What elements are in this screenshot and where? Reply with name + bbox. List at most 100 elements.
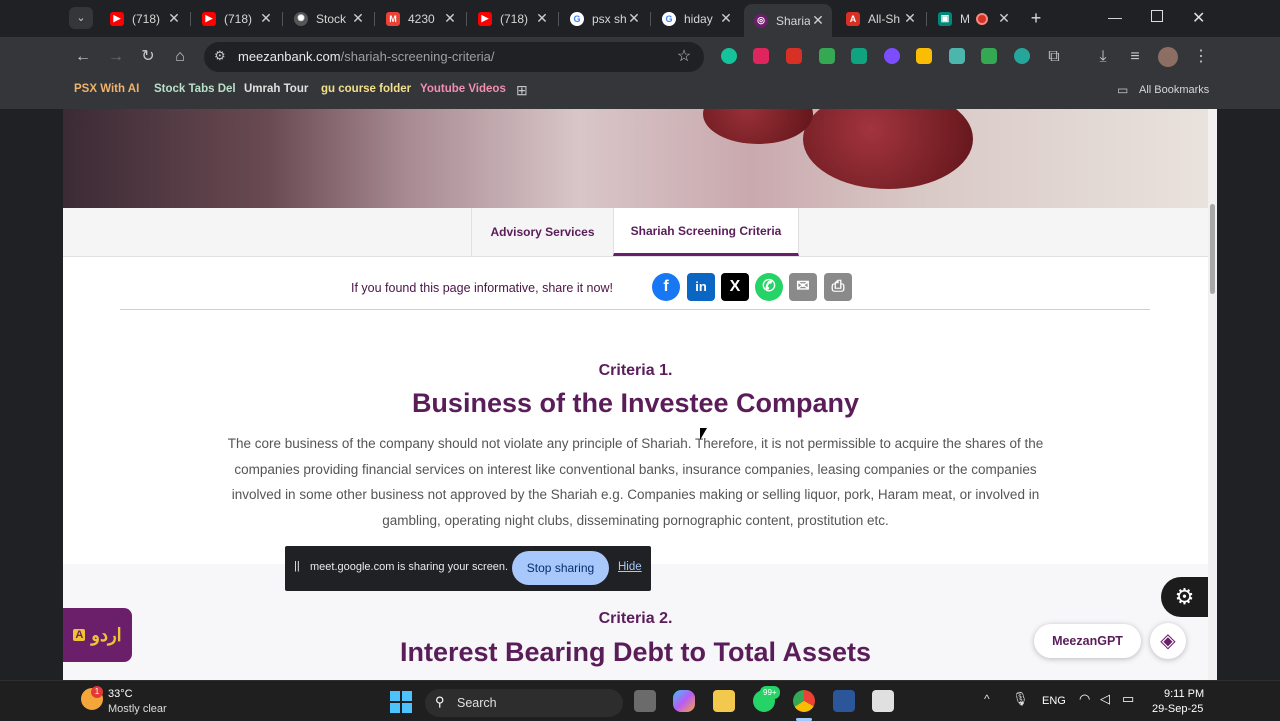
- wifi-icon[interactable]: ◠: [1079, 691, 1090, 707]
- address-bar[interactable]: ⚙ meezanbank.com/shariah-screening-crite…: [204, 42, 704, 72]
- extension-icon[interactable]: [753, 48, 769, 64]
- print-icon[interactable]: ⎙: [824, 273, 852, 301]
- file-explorer-icon[interactable]: [713, 690, 735, 712]
- bookmark-star-icon[interactable]: ☆: [674, 47, 694, 67]
- stop-sharing-button[interactable]: Stop sharing: [512, 551, 609, 585]
- close-tab-icon[interactable]: ✕: [902, 10, 918, 27]
- browser-tab-5[interactable]: ▶ (718) ✕: [468, 6, 556, 31]
- bookmark-umrah-tour[interactable]: Umrah Tour: [244, 83, 308, 95]
- app-taskbar-icon[interactable]: [872, 690, 894, 712]
- pause-icon: ||: [294, 560, 300, 572]
- browser-tab-9[interactable]: A All-Sh ✕: [836, 6, 924, 31]
- extension-icon[interactable]: [1014, 48, 1030, 64]
- weather-badge: 1: [91, 686, 103, 698]
- close-tab-icon[interactable]: ✕: [996, 10, 1012, 27]
- back-icon[interactable]: ←: [73, 47, 93, 67]
- menu-icon[interactable]: ⋮: [1191, 47, 1211, 67]
- criteria-1-body: The core business of the company should …: [227, 436, 1044, 528]
- task-view-icon[interactable]: [634, 690, 656, 712]
- whatsapp-badge: 99+: [760, 686, 780, 699]
- reading-list-icon[interactable]: ≡: [1125, 47, 1145, 67]
- web-page: Advisory Services Shariah Screening Crit…: [63, 109, 1208, 680]
- page-scrollbar[interactable]: [1208, 109, 1217, 680]
- clock-time[interactable]: 9:11 PM: [1164, 688, 1204, 700]
- taskbar-search[interactable]: ⚲ Search: [425, 689, 623, 717]
- new-tab-button[interactable]: +: [1026, 8, 1046, 28]
- extension-icon[interactable]: [884, 48, 900, 64]
- windows-start-icon[interactable]: [390, 691, 412, 713]
- browser-tab-7[interactable]: G hiday ✕: [652, 6, 740, 31]
- extension-icon[interactable]: [949, 48, 965, 64]
- bookmark-psx-with-ai[interactable]: PSX With AI: [74, 83, 139, 95]
- clock-date[interactable]: 29-Sep-25: [1152, 703, 1203, 715]
- share-message: meet.google.com is sharing your screen.: [310, 561, 509, 573]
- prayer-beads-image: [803, 109, 973, 189]
- reload-icon[interactable]: ↻: [138, 47, 158, 67]
- hero-banner-image: [63, 109, 1208, 208]
- profile-avatar[interactable]: [1158, 47, 1178, 67]
- close-tab-icon[interactable]: ✕: [258, 10, 274, 27]
- download-icon[interactable]: ⤓: [1093, 47, 1113, 67]
- battery-icon[interactable]: ▭: [1122, 691, 1134, 707]
- browser-tab-2[interactable]: ▶ (718) ✕: [192, 6, 280, 31]
- tab-shariah-screening-criteria[interactable]: Shariah Screening Criteria: [613, 208, 799, 256]
- extension-icon[interactable]: [981, 48, 997, 64]
- close-tab-icon[interactable]: ✕: [718, 10, 734, 27]
- recording-icon: [976, 12, 988, 25]
- meezangpt-logo-icon[interactable]: ◈: [1150, 623, 1186, 659]
- scrollbar-thumb[interactable]: [1210, 204, 1215, 294]
- extension-icon[interactable]: [916, 48, 932, 64]
- browser-tab-4[interactable]: M 4230 ✕: [376, 6, 464, 31]
- home-icon[interactable]: ⌂: [170, 47, 190, 67]
- facebook-icon[interactable]: f: [652, 273, 680, 301]
- minimize-button[interactable]: —: [1108, 9, 1122, 25]
- download-extension-icon[interactable]: [819, 48, 835, 64]
- browser-tab-3[interactable]: ✺ Stock ✕: [284, 6, 372, 31]
- youtube-icon: ▶: [202, 11, 216, 26]
- close-tab-icon[interactable]: ✕: [534, 10, 550, 27]
- bookmark-gu-course[interactable]: gu course folder: [321, 83, 411, 95]
- show-hidden-icons[interactable]: ^: [984, 692, 990, 706]
- meezangpt-button[interactable]: MeezanGPT: [1034, 624, 1141, 658]
- divider: [120, 309, 1150, 310]
- close-tab-icon[interactable]: ✕: [350, 10, 366, 27]
- chatgpt-widget-button[interactable]: ⚙: [1161, 577, 1208, 617]
- chatgpt-extension-icon[interactable]: [851, 48, 867, 64]
- close-window-button[interactable]: ✕: [1192, 8, 1205, 28]
- browser-tab-10[interactable]: ▣ M ✕: [928, 6, 1018, 31]
- volume-icon[interactable]: ◁: [1100, 691, 1110, 707]
- tab-search-button[interactable]: ⌄: [69, 7, 93, 29]
- x-icon[interactable]: X: [721, 273, 749, 301]
- url-text: meezanbank.com/shariah-screening-criteri…: [238, 49, 495, 64]
- email-icon[interactable]: ✉: [789, 273, 817, 301]
- meet-icon: ▣: [938, 11, 952, 26]
- whatsapp-icon[interactable]: ✆: [755, 273, 783, 301]
- maximize-button[interactable]: [1151, 10, 1163, 22]
- linkedin-icon[interactable]: in: [687, 273, 715, 301]
- weather-status: Mostly clear: [108, 703, 167, 715]
- forward-icon[interactable]: →: [106, 47, 126, 67]
- hide-link[interactable]: Hide: [618, 561, 642, 573]
- close-tab-icon[interactable]: ✕: [626, 10, 642, 27]
- chrome-taskbar-icon[interactable]: [793, 690, 815, 712]
- bookmark-youtube-videos[interactable]: Youtube Videos: [420, 83, 506, 95]
- language-indicator[interactable]: ENG: [1042, 695, 1066, 707]
- grammarly-extension-icon[interactable]: [721, 48, 737, 64]
- site-info-icon[interactable]: ⚙: [214, 48, 226, 64]
- close-tab-icon[interactable]: ✕: [810, 12, 826, 29]
- browser-tab-active[interactable]: ◎ Sharia ✕: [744, 4, 832, 37]
- apps-grid-icon[interactable]: ⊞: [516, 82, 528, 99]
- bookmark-stock-tabs[interactable]: Stock Tabs Del: [154, 83, 236, 95]
- tab-advisory-services[interactable]: Advisory Services: [471, 208, 613, 256]
- all-bookmarks-link[interactable]: All Bookmarks: [1139, 84, 1209, 96]
- copilot-icon[interactable]: [673, 690, 695, 712]
- extensions-puzzle-icon[interactable]: ⧉: [1044, 47, 1064, 67]
- urdu-language-button[interactable]: A اردو: [63, 608, 132, 662]
- word-taskbar-icon[interactable]: [833, 690, 855, 712]
- microphone-icon[interactable]: 🎙: [1012, 691, 1029, 707]
- browser-tab-1[interactable]: ▶ (718) ✕: [100, 6, 188, 31]
- browser-tab-6[interactable]: G psx sh ✕: [560, 6, 648, 31]
- close-tab-icon[interactable]: ✕: [442, 10, 458, 27]
- pdf-extension-icon[interactable]: [786, 48, 802, 64]
- close-tab-icon[interactable]: ✕: [166, 10, 182, 27]
